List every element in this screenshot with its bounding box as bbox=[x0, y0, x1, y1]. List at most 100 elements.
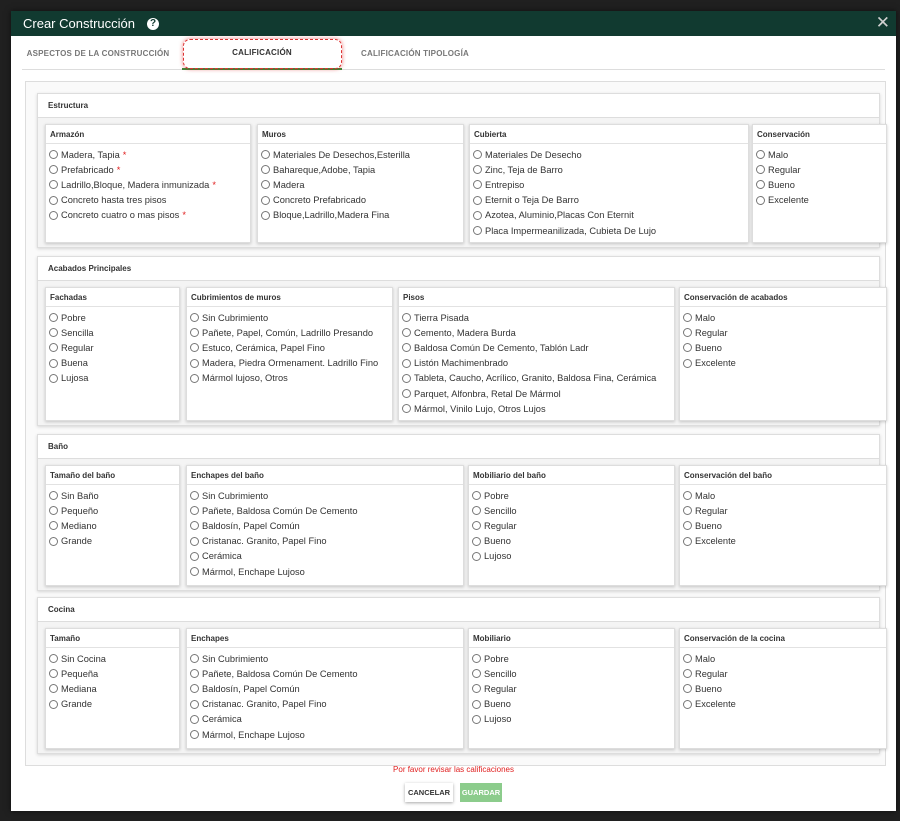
radio-button[interactable] bbox=[472, 536, 481, 546]
radio-button[interactable] bbox=[49, 684, 58, 694]
radio-button[interactable] bbox=[756, 165, 765, 175]
radio-button[interactable] bbox=[49, 165, 58, 175]
radio-button[interactable] bbox=[49, 699, 58, 709]
radio-option[interactable]: Cerámica bbox=[190, 712, 460, 727]
radio-button[interactable] bbox=[190, 551, 199, 561]
radio-option[interactable]: Baldosa Común De Cemento, Tablón Ladr bbox=[402, 340, 671, 355]
radio-option[interactable]: Pobre bbox=[472, 651, 671, 666]
radio-button[interactable] bbox=[756, 195, 765, 205]
radio-option[interactable]: Regular bbox=[49, 340, 176, 355]
radio-option[interactable]: Malo bbox=[683, 488, 883, 503]
radio-option[interactable]: Excelente bbox=[683, 534, 883, 549]
radio-button[interactable] bbox=[472, 521, 481, 531]
radio-button[interactable] bbox=[49, 180, 58, 190]
radio-option[interactable]: Bahareque,Adobe, Tapia bbox=[261, 162, 460, 177]
radio-button[interactable] bbox=[190, 684, 199, 694]
radio-button[interactable] bbox=[190, 491, 199, 501]
close-icon[interactable]: ✕ bbox=[876, 13, 890, 33]
radio-button[interactable] bbox=[402, 343, 411, 353]
radio-option[interactable]: Buena bbox=[49, 356, 176, 371]
radio-button[interactable] bbox=[683, 521, 692, 531]
radio-button[interactable] bbox=[472, 551, 481, 561]
radio-option[interactable]: Pañete, Papel, Común, Ladrillo Presando bbox=[190, 325, 389, 340]
radio-option[interactable]: Bloque,Ladrillo,Madera Fina bbox=[261, 208, 460, 223]
radio-button[interactable] bbox=[190, 343, 199, 353]
radio-button[interactable] bbox=[261, 210, 270, 220]
radio-option[interactable]: Estuco, Cerámica, Papel Fino bbox=[190, 340, 389, 355]
radio-option[interactable]: Malo bbox=[683, 651, 883, 666]
radio-button[interactable] bbox=[472, 654, 481, 664]
radio-button[interactable] bbox=[683, 491, 692, 501]
radio-option[interactable]: Grande bbox=[49, 534, 176, 549]
radio-button[interactable] bbox=[402, 313, 411, 323]
radio-button[interactable] bbox=[683, 669, 692, 679]
radio-option[interactable]: Lujoso bbox=[472, 712, 671, 727]
radio-button[interactable] bbox=[402, 404, 411, 414]
radio-option[interactable]: Grande bbox=[49, 697, 176, 712]
radio-option[interactable]: Lujosa bbox=[49, 371, 176, 386]
radio-button[interactable] bbox=[190, 654, 199, 664]
radio-button[interactable] bbox=[190, 669, 199, 679]
radio-option[interactable]: Concreto hasta tres pisos bbox=[49, 193, 247, 208]
radio-button[interactable] bbox=[402, 328, 411, 338]
radio-button[interactable] bbox=[49, 313, 58, 323]
radio-button[interactable] bbox=[49, 150, 58, 160]
save-button[interactable]: GUARDAR bbox=[460, 783, 502, 802]
radio-button[interactable] bbox=[261, 180, 270, 190]
radio-option[interactable]: Pequeña bbox=[49, 666, 176, 681]
radio-option[interactable]: Pobre bbox=[49, 310, 176, 325]
radio-option[interactable]: Lujoso bbox=[472, 549, 671, 564]
radio-option[interactable]: Excelente bbox=[683, 356, 883, 371]
radio-button[interactable] bbox=[190, 521, 199, 531]
radio-button[interactable] bbox=[683, 358, 692, 368]
radio-button[interactable] bbox=[402, 389, 411, 399]
tab-calificacion-tipologia[interactable]: CALIFICACIÓN TIPOLOGÍA bbox=[352, 36, 478, 70]
radio-button[interactable] bbox=[190, 730, 199, 740]
radio-button[interactable] bbox=[472, 491, 481, 501]
radio-option[interactable]: Bueno bbox=[683, 518, 883, 533]
radio-option[interactable]: Mediana bbox=[49, 681, 176, 696]
radio-button[interactable] bbox=[683, 313, 692, 323]
radio-option[interactable]: Sin Cubrimiento bbox=[190, 310, 389, 325]
radio-button[interactable] bbox=[190, 328, 199, 338]
radio-option[interactable]: Bueno bbox=[683, 340, 883, 355]
radio-option[interactable]: Bueno bbox=[683, 681, 883, 696]
radio-option[interactable]: Sin Baño bbox=[49, 488, 176, 503]
radio-option[interactable]: Madera, Piedra Ormenament. Ladrillo Fino bbox=[190, 356, 389, 371]
radio-button[interactable] bbox=[190, 313, 199, 323]
radio-button[interactable] bbox=[472, 669, 481, 679]
cancel-button[interactable]: CANCELAR bbox=[405, 783, 453, 802]
radio-button[interactable] bbox=[49, 491, 58, 501]
radio-button[interactable] bbox=[261, 165, 270, 175]
radio-button[interactable] bbox=[683, 699, 692, 709]
radio-option[interactable]: Concreto cuatro o mas pisos * bbox=[49, 208, 247, 223]
radio-option[interactable]: Materiales De Desecho bbox=[473, 147, 745, 162]
radio-option[interactable]: Listón Machimenbrado bbox=[402, 356, 671, 371]
radio-option[interactable]: Malo bbox=[683, 310, 883, 325]
radio-option[interactable]: Sin Cocina bbox=[49, 651, 176, 666]
radio-option[interactable]: Cristanac. Granito, Papel Fino bbox=[190, 534, 460, 549]
radio-option[interactable]: Baldosín, Papel Común bbox=[190, 518, 460, 533]
radio-button[interactable] bbox=[190, 536, 199, 546]
radio-option[interactable]: Malo bbox=[756, 147, 883, 162]
radio-button[interactable] bbox=[472, 699, 481, 709]
radio-option[interactable]: Excelente bbox=[756, 193, 883, 208]
radio-button[interactable] bbox=[473, 150, 482, 160]
radio-option[interactable]: Regular bbox=[683, 325, 883, 340]
radio-button[interactable] bbox=[190, 699, 199, 709]
radio-button[interactable] bbox=[472, 684, 481, 694]
radio-option[interactable]: Eternit o Teja De Barro bbox=[473, 193, 745, 208]
radio-button[interactable] bbox=[473, 180, 482, 190]
radio-option[interactable]: Tableta, Caucho, Acrílico, Granito, Bald… bbox=[402, 371, 671, 386]
radio-button[interactable] bbox=[473, 210, 482, 220]
radio-button[interactable] bbox=[49, 328, 58, 338]
radio-option[interactable]: Parquet, Alfonbra, Retal De Mármol bbox=[402, 386, 671, 401]
radio-option[interactable]: Sin Cubrimiento bbox=[190, 488, 460, 503]
radio-button[interactable] bbox=[402, 373, 411, 383]
radio-option[interactable]: Bueno bbox=[472, 697, 671, 712]
radio-button[interactable] bbox=[756, 180, 765, 190]
radio-button[interactable] bbox=[472, 714, 481, 724]
radio-option[interactable]: Sencillo bbox=[472, 503, 671, 518]
radio-option[interactable]: Regular bbox=[683, 666, 883, 681]
radio-option[interactable]: Pobre bbox=[472, 488, 671, 503]
